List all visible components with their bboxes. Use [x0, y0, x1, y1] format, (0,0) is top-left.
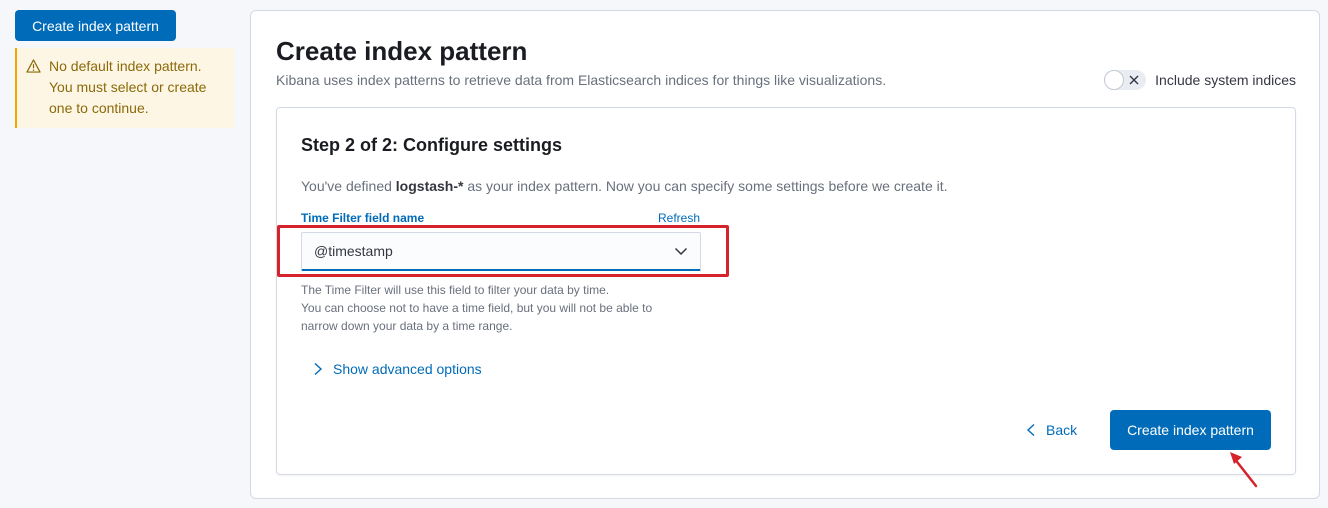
advanced-label: Show advanced options [333, 361, 482, 377]
create-index-pattern-button[interactable]: Create index pattern [1110, 410, 1271, 450]
show-advanced-options-button[interactable]: Show advanced options [313, 361, 482, 377]
help-line-3: narrow down your data by a time range. [301, 319, 513, 333]
annotation-arrow-icon [1230, 452, 1258, 488]
help-line-2: You can choose not to have a time field,… [301, 301, 653, 315]
step-description: You've defined logstash-* as your index … [301, 178, 948, 194]
desc-prefix: You've defined [301, 178, 396, 194]
page-subtitle: Kibana uses index patterns to retrieve d… [276, 72, 887, 88]
include-system-indices-toggle[interactable]: Include system indices [1104, 70, 1296, 90]
callout-text: No default index pattern. You must selec… [49, 56, 206, 120]
index-pattern-name: logstash-* [395, 178, 464, 194]
main-panel: Create index pattern Kibana uses index p… [250, 10, 1320, 499]
back-label: Back [1046, 422, 1078, 438]
step-title: Step 2 of 2: Configure settings [301, 135, 563, 155]
select-value: @timestamp [314, 243, 393, 259]
chevron-right-icon [314, 362, 323, 376]
callout-line-2: You must select or create [49, 79, 207, 95]
help-line-1: The Time Filter will use this field to f… [301, 283, 610, 297]
chevron-down-icon [674, 247, 688, 256]
time-filter-field-label: Time Filter field name [301, 211, 425, 225]
toggle-knob [1104, 70, 1125, 90]
warning-icon [26, 59, 41, 73]
callout-line-3: one to continue. [49, 100, 149, 116]
back-button[interactable]: Back [1026, 422, 1077, 438]
desc-suffix: as your index pattern. Now you can speci… [463, 178, 948, 194]
callout-line-1: No default index pattern. [49, 58, 202, 74]
create-index-pattern-sidebar-button[interactable]: Create index pattern [15, 10, 176, 41]
time-filter-help-text: The Time Filter will use this field to f… [301, 281, 721, 335]
chevron-left-icon [1026, 423, 1035, 437]
page-title: Create index pattern [276, 36, 528, 66]
toggle-switch[interactable] [1104, 70, 1147, 90]
configure-settings-card: Step 2 of 2: Configure settings You've d… [276, 107, 1296, 475]
no-default-index-callout: No default index pattern. You must selec… [15, 48, 234, 128]
close-icon [1129, 75, 1139, 85]
toggle-label: Include system indices [1155, 72, 1296, 88]
time-filter-field-select[interactable]: @timestamp [301, 232, 701, 271]
refresh-link[interactable]: Refresh [658, 211, 700, 225]
sidebar: Create index pattern No default index pa… [15, 10, 235, 128]
